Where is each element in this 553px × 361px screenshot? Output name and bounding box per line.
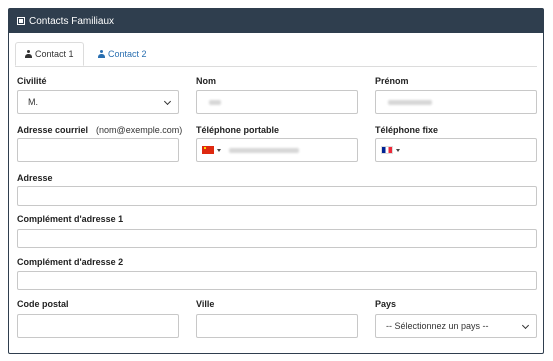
user-icon (25, 50, 32, 58)
tab-label: Contact 2 (108, 49, 147, 59)
prenom-input[interactable] (375, 90, 537, 114)
adresse-label: Adresse (17, 173, 53, 183)
panel-title: Contacts Familiaux (29, 15, 115, 27)
civilite-value: M. (28, 97, 38, 107)
complement1-label: Complément d'adresse 1 (17, 214, 124, 224)
adresse-input[interactable] (17, 186, 537, 206)
nom-label: Nom (196, 76, 216, 86)
civilite-select[interactable]: M. (17, 90, 179, 114)
panel-header: Contacts Familiaux (9, 9, 543, 33)
tel-portable-input[interactable] (196, 138, 358, 162)
blurred-value (388, 100, 432, 105)
civilite-label: Civilité (17, 76, 47, 86)
tel-fixe-label: Téléphone fixe (375, 125, 439, 135)
pays-label: Pays (375, 299, 397, 309)
prenom-label: Prénom (375, 76, 409, 86)
edit-icon (17, 17, 25, 25)
chevron-down-icon (163, 97, 172, 106)
contact-tabs: Contact 1 Contact 2 (15, 42, 537, 67)
complement2-input[interactable] (17, 271, 537, 290)
tab-contact-2[interactable]: Contact 2 (89, 42, 156, 66)
pays-placeholder: -- Sélectionnez un pays -- (386, 321, 489, 331)
blurred-value (209, 100, 221, 105)
code-postal-input[interactable] (17, 314, 179, 338)
ville-input[interactable] (196, 314, 358, 338)
complement1-input[interactable] (17, 229, 537, 248)
email-hint: (nom@exemple.com) (96, 125, 183, 135)
contacts-panel: Contacts Familiaux Contact 1 Contact 2 C… (8, 8, 544, 354)
chevron-down-icon (521, 321, 530, 330)
code-postal-label: Code postal (17, 299, 69, 309)
pays-select[interactable]: -- Sélectionnez un pays -- (375, 314, 537, 338)
email-label: Adresse courriel (nom@exemple.com) (17, 125, 182, 135)
tel-portable-label: Téléphone portable (196, 125, 280, 135)
tab-label: Contact 1 (35, 49, 74, 59)
email-label-text: Adresse courriel (17, 125, 89, 135)
tel-fixe-input[interactable] (375, 138, 537, 162)
caret-down-icon (396, 149, 400, 152)
ville-label: Ville (196, 299, 215, 309)
blurred-value (229, 148, 299, 153)
france-flag-icon[interactable] (381, 146, 393, 154)
complement2-label: Complément d'adresse 2 (17, 257, 124, 267)
user-icon (98, 50, 105, 58)
china-flag-icon[interactable] (202, 146, 214, 154)
nom-input[interactable] (196, 90, 358, 114)
caret-down-icon (217, 149, 221, 152)
tab-contact-1[interactable]: Contact 1 (15, 42, 84, 66)
email-input[interactable] (17, 138, 179, 162)
